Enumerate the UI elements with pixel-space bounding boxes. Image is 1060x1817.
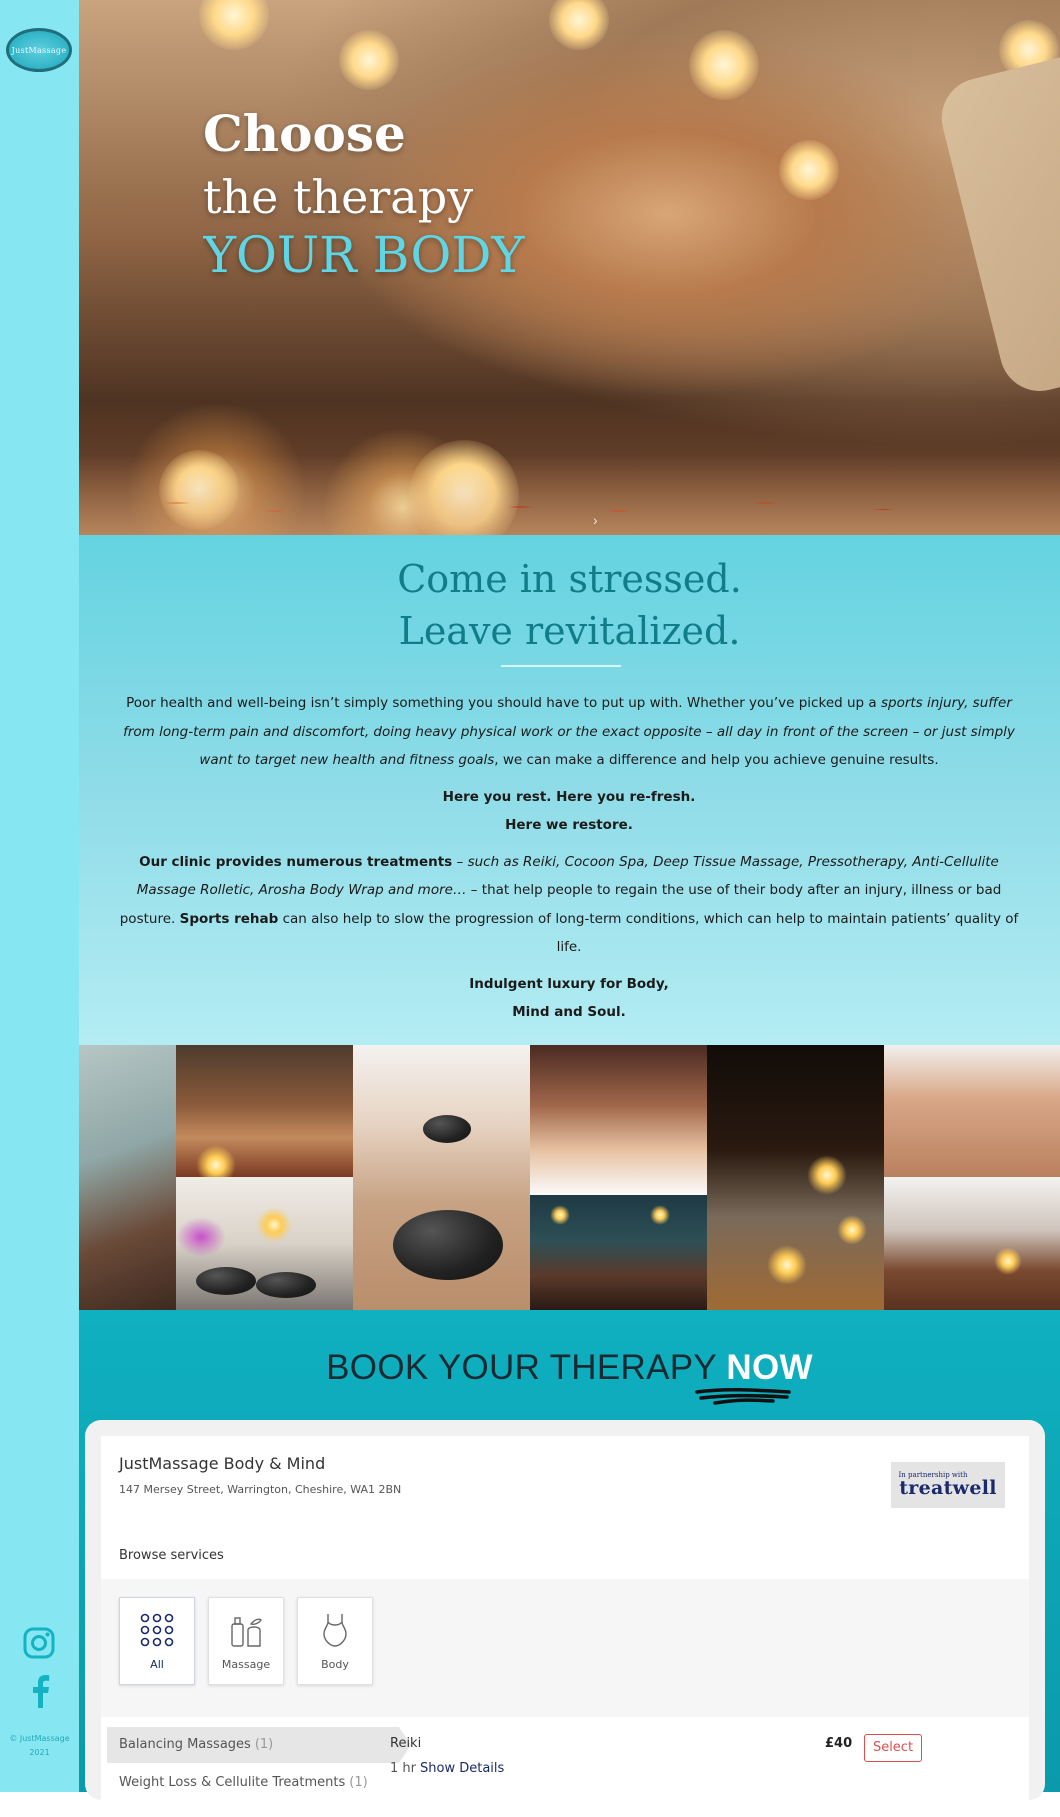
candle-glow (767, 1245, 807, 1285)
bokeh-light (689, 30, 759, 100)
luxury-line1: Indulgent luxury for Body, (469, 975, 669, 992)
candle-glow (650, 1205, 670, 1225)
category-all[interactable]: All (119, 1597, 195, 1685)
gallery-image-shoulder-massage[interactable] (884, 1045, 1060, 1177)
category-label: Body (321, 1658, 349, 1671)
candle-glow (256, 1207, 292, 1243)
gallery-image-hot-stone[interactable] (353, 1045, 530, 1310)
hero-heading-line3: YOUR BODY (203, 226, 525, 284)
candle-glow (550, 1205, 570, 1225)
hero-heading-line1: Choose (203, 104, 406, 163)
service-name: Reiki (390, 1736, 422, 1751)
facebook-icon[interactable] (26, 1674, 56, 1708)
site-logo[interactable]: JustMassage (6, 28, 72, 72)
intro-title-line1: Come in stressed. (397, 557, 742, 601)
intro-paragraph-3: Our clinic provides numerous treatments … (119, 848, 1019, 962)
service-group-name: Balancing Massages (119, 1737, 251, 1752)
candle-glow (196, 1145, 236, 1177)
gallery-image-back-treatment[interactable] (530, 1045, 707, 1195)
candle-glow (994, 1247, 1022, 1275)
treatments-text-end: can also help to slow the progression of… (278, 910, 1019, 956)
category-body[interactable]: Body (297, 1597, 373, 1685)
gallery-image-candles-towels[interactable] (707, 1045, 884, 1310)
category-bar: All Massage Body (101, 1579, 1029, 1717)
bokeh-light (779, 140, 839, 200)
restore-line: Here we restore. (505, 817, 633, 833)
gallery-image-back-massage[interactable] (79, 1045, 176, 1310)
hot-stone (196, 1267, 256, 1295)
massage-bottles-icon (231, 1617, 262, 1647)
rest-line: Here you rest. Here you re-fresh. (442, 788, 696, 805)
copyright-year: 2021 (29, 1748, 50, 1757)
intro-p1-text: Poor health and well-being isn’t simply … (126, 695, 881, 711)
bokeh-light (199, 0, 269, 50)
divider (501, 665, 621, 667)
logo-text: JustMassage (11, 45, 67, 55)
service-group-count: (1) (349, 1775, 368, 1790)
chevron-right-icon[interactable]: › (593, 512, 598, 528)
photo-gallery (79, 1045, 1060, 1310)
booking-heading: BOOK YOUR THERAPY NOW (79, 1348, 1060, 1388)
gallery-image-relaxing[interactable] (530, 1195, 707, 1310)
intro-paragraph-1: Poor health and well-being isn’t simply … (119, 689, 1019, 775)
category-label: All (150, 1658, 164, 1671)
service-groups: Balancing Massages (1) Weight Loss & Cell… (101, 1717, 411, 1817)
candle-glow (807, 1155, 847, 1195)
body-icon (323, 1614, 347, 1647)
show-details-link[interactable]: Show Details (420, 1761, 504, 1776)
category-massage[interactable]: Massage (208, 1597, 284, 1685)
widget-content: JustMassage Body & Mind 147 Mersey Stree… (101, 1436, 1029, 1817)
gallery-image-spa-stones[interactable] (176, 1177, 353, 1310)
sidebar: JustMassage © JustMassage 2021 (0, 0, 79, 1792)
service-group-count: (1) (254, 1737, 274, 1752)
service-group-name: Weight Loss & Cellulite Treatments (119, 1775, 346, 1790)
service-duration: 1 hr (390, 1761, 416, 1776)
service-group-balancing[interactable]: Balancing Massages (1) (107, 1727, 411, 1763)
copyright-line: © JustMassage (9, 1734, 70, 1743)
select-button[interactable]: Select (864, 1734, 922, 1762)
scribble-underline (695, 1387, 791, 1405)
bokeh-light (339, 30, 399, 90)
intro-title-line2: Leave revitalized. (398, 609, 741, 653)
luxury-line2: Mind and Soul. (512, 1004, 626, 1020)
hot-stone (393, 1210, 503, 1280)
booking-heading-now: NOW (726, 1348, 813, 1387)
intro-paragraph-4: Indulgent luxury for Body, Mind and Soul… (119, 970, 1019, 1027)
gallery-image-face-massage[interactable] (176, 1045, 353, 1177)
candle-glow (837, 1215, 867, 1245)
intro-p1-text-end: , we can make a difference and help you … (494, 752, 939, 768)
towel-shape (933, 40, 1060, 400)
instagram-icon[interactable] (22, 1626, 56, 1660)
grid-icon (140, 1613, 174, 1647)
business-name: JustMassage Body & Mind (119, 1454, 326, 1473)
business-address: 147 Mersey Street, Warrington, Cheshire,… (119, 1483, 402, 1496)
intro-paragraph-2: Here you rest. Here you re-fresh. Here w… (119, 783, 1019, 840)
dash: – (452, 853, 468, 870)
service-group-weight-loss[interactable]: Weight Loss & Cellulite Treatments (1) (107, 1765, 368, 1801)
intro-title: Come in stressed. Leave revitalized. (79, 553, 1060, 657)
hot-stone (423, 1115, 471, 1143)
orchid (176, 1217, 226, 1257)
gallery-image-body-wrap[interactable] (884, 1177, 1060, 1310)
browse-services-label: Browse services (119, 1548, 224, 1563)
booking-section: BOOK YOUR THERAPY NOW JustMassage Body &… (79, 1310, 1060, 1817)
booking-heading-text: BOOK YOUR THERAPY (326, 1348, 727, 1387)
hero-banner: Choose the therapy YOUR BODY › (79, 0, 1060, 535)
treatwell-badge[interactable]: In partnership with treatwell (891, 1462, 1005, 1508)
treatwell-logo: treatwell (899, 1477, 997, 1499)
hot-stone (256, 1272, 316, 1298)
sports-rehab: Sports rehab (179, 910, 279, 927)
hero-heading-line2: the therapy (203, 170, 474, 224)
intro-body: Poor health and well-being isn’t simply … (119, 689, 1019, 1035)
copyright: © JustMassage 2021 (0, 1732, 79, 1760)
treatments-lead: Our clinic provides numerous treatments (139, 853, 453, 870)
service-price: £40 (825, 1736, 853, 1751)
category-label: Massage (221, 1658, 271, 1671)
rose-petals (79, 455, 1060, 535)
treatwell-widget: JustMassage Body & Mind 147 Mersey Stree… (85, 1420, 1045, 1817)
bokeh-light (549, 0, 609, 50)
intro-section: Come in stressed. Leave revitalized. Poo… (79, 535, 1060, 1045)
